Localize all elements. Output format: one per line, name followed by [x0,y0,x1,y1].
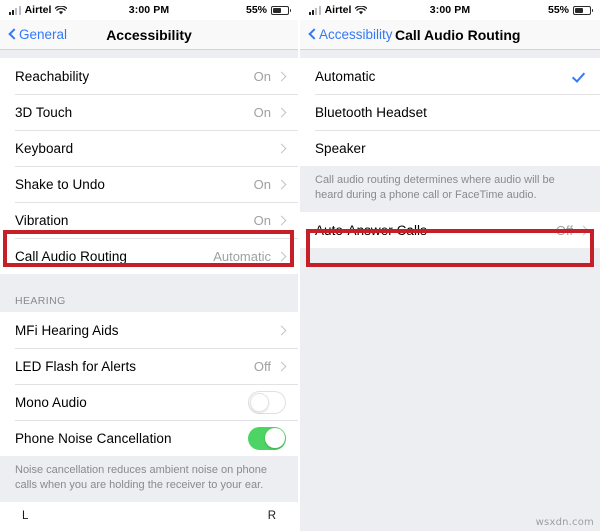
right-nav-bar: Accessibility Call Audio Routing [300,20,600,50]
back-button-label: Accessibility [319,27,393,42]
row-value: Off [555,222,573,238]
auto-answer-group: Auto-Answer Calls Off [300,212,600,248]
balance-left-label: L [22,510,29,522]
option-label: Automatic [315,68,376,84]
row-label: Call Audio Routing [15,248,127,264]
hearing-section-header-area: HEARING [0,274,298,312]
stereo-balance-row[interactable]: L R [0,502,298,531]
row-label: Vibration [15,212,69,228]
row-led-flash-for-alerts[interactable]: LED Flash for Alerts Off [0,348,298,384]
row-label: Reachability [15,68,90,84]
row-label: Shake to Undo [15,176,105,192]
row-label: Keyboard [15,140,74,156]
option-label: Bluetooth Headset [315,104,427,120]
mono-audio-toggle[interactable] [248,390,286,414]
chevron-right-icon [278,360,286,373]
battery-percent-label: 55% [547,4,569,16]
row-keyboard[interactable]: Keyboard [0,130,298,166]
option-automatic[interactable]: Automatic [300,58,600,94]
right-phone-panel: Airtel 3:00 PM 55% Accessibility Call Au… [300,0,600,531]
audio-routing-options-group: Automatic Bluetooth Headset Speaker [300,58,600,166]
chevron-right-icon [278,70,286,83]
row-vibration[interactable]: Vibration On [0,202,298,238]
hearing-footnote: Noise cancellation reduces ambient noise… [15,464,267,491]
row-mono-audio[interactable]: Mono Audio [0,384,298,420]
chevron-right-icon [278,106,286,119]
row-3d-touch[interactable]: 3D Touch On [0,94,298,130]
list-top-spacer [0,50,298,58]
chevron-right-icon [278,178,286,191]
right-status-bar: Airtel 3:00 PM 55% [300,0,600,20]
list-top-spacer [300,50,600,58]
hearing-footnote-area: Noise cancellation reduces ambient noise… [0,456,298,502]
row-value: On [253,212,271,228]
chevron-right-icon [278,214,286,227]
row-value: Automatic [213,248,271,264]
row-label: LED Flash for Alerts [15,358,137,374]
dual-phone-screenshot: Airtel 3:00 PM 55% General Accessibility… [0,0,600,531]
row-label: 3D Touch [15,104,73,120]
row-auto-answer-calls[interactable]: Auto-Answer Calls Off [300,212,600,248]
row-shake-to-undo[interactable]: Shake to Undo On [0,166,298,202]
row-reachability[interactable]: Reachability On [0,58,298,94]
left-settings-list: Reachability On 3D Touch On Keyboard Sha… [0,50,298,531]
hearing-group: MFi Hearing Aids LED Flash for Alerts Of… [0,312,298,456]
row-value: On [253,104,271,120]
battery-icon [271,5,291,15]
back-button-label: General [19,27,68,42]
row-label: MFi Hearing Aids [15,322,119,338]
right-settings-list: Automatic Bluetooth Headset Speaker Call… [300,50,600,531]
interaction-group: Reachability On 3D Touch On Keyboard Sha… [0,58,298,274]
row-phone-noise-cancellation[interactable]: Phone Noise Cancellation [0,420,298,456]
chevron-left-icon [8,28,16,41]
chevron-left-icon [308,28,316,41]
chevron-right-icon [580,224,588,237]
row-value: On [253,176,271,192]
option-label: Speaker [315,140,366,156]
chevron-right-icon [278,324,286,337]
row-mfi-hearing-aids[interactable]: MFi Hearing Aids [0,312,298,348]
section-header-hearing: HEARING [15,295,66,307]
routing-footnote-area: Call audio routing determines where audi… [300,166,600,212]
status-bar-right: 55% [450,4,593,16]
battery-percent-label: 55% [245,4,267,16]
battery-icon [573,5,593,15]
left-nav-bar: General Accessibility [0,20,298,50]
left-status-bar: Airtel 3:00 PM 55% [0,0,298,20]
option-bluetooth-headset[interactable]: Bluetooth Headset [300,94,600,130]
back-button-general[interactable]: General [8,27,67,42]
status-bar-right: 55% [149,4,291,16]
chevron-right-icon [278,142,286,155]
row-label: Mono Audio [15,394,87,410]
phone-noise-cancellation-toggle[interactable] [248,426,286,450]
chevron-right-icon [278,250,286,263]
row-value: On [253,68,271,84]
checkmark-icon [572,70,586,83]
back-button-accessibility[interactable]: Accessibility [308,27,393,42]
option-speaker[interactable]: Speaker [300,130,600,166]
row-label: Phone Noise Cancellation [15,430,172,446]
row-call-audio-routing[interactable]: Call Audio Routing Automatic [0,238,298,274]
row-label: Auto-Answer Calls [315,222,427,238]
balance-right-label: R [267,510,276,522]
row-value: Off [253,358,271,374]
left-phone-panel: Airtel 3:00 PM 55% General Accessibility… [0,0,299,531]
watermark-label: wsxdn.com [535,517,594,528]
routing-footnote: Call audio routing determines where audi… [315,174,555,201]
